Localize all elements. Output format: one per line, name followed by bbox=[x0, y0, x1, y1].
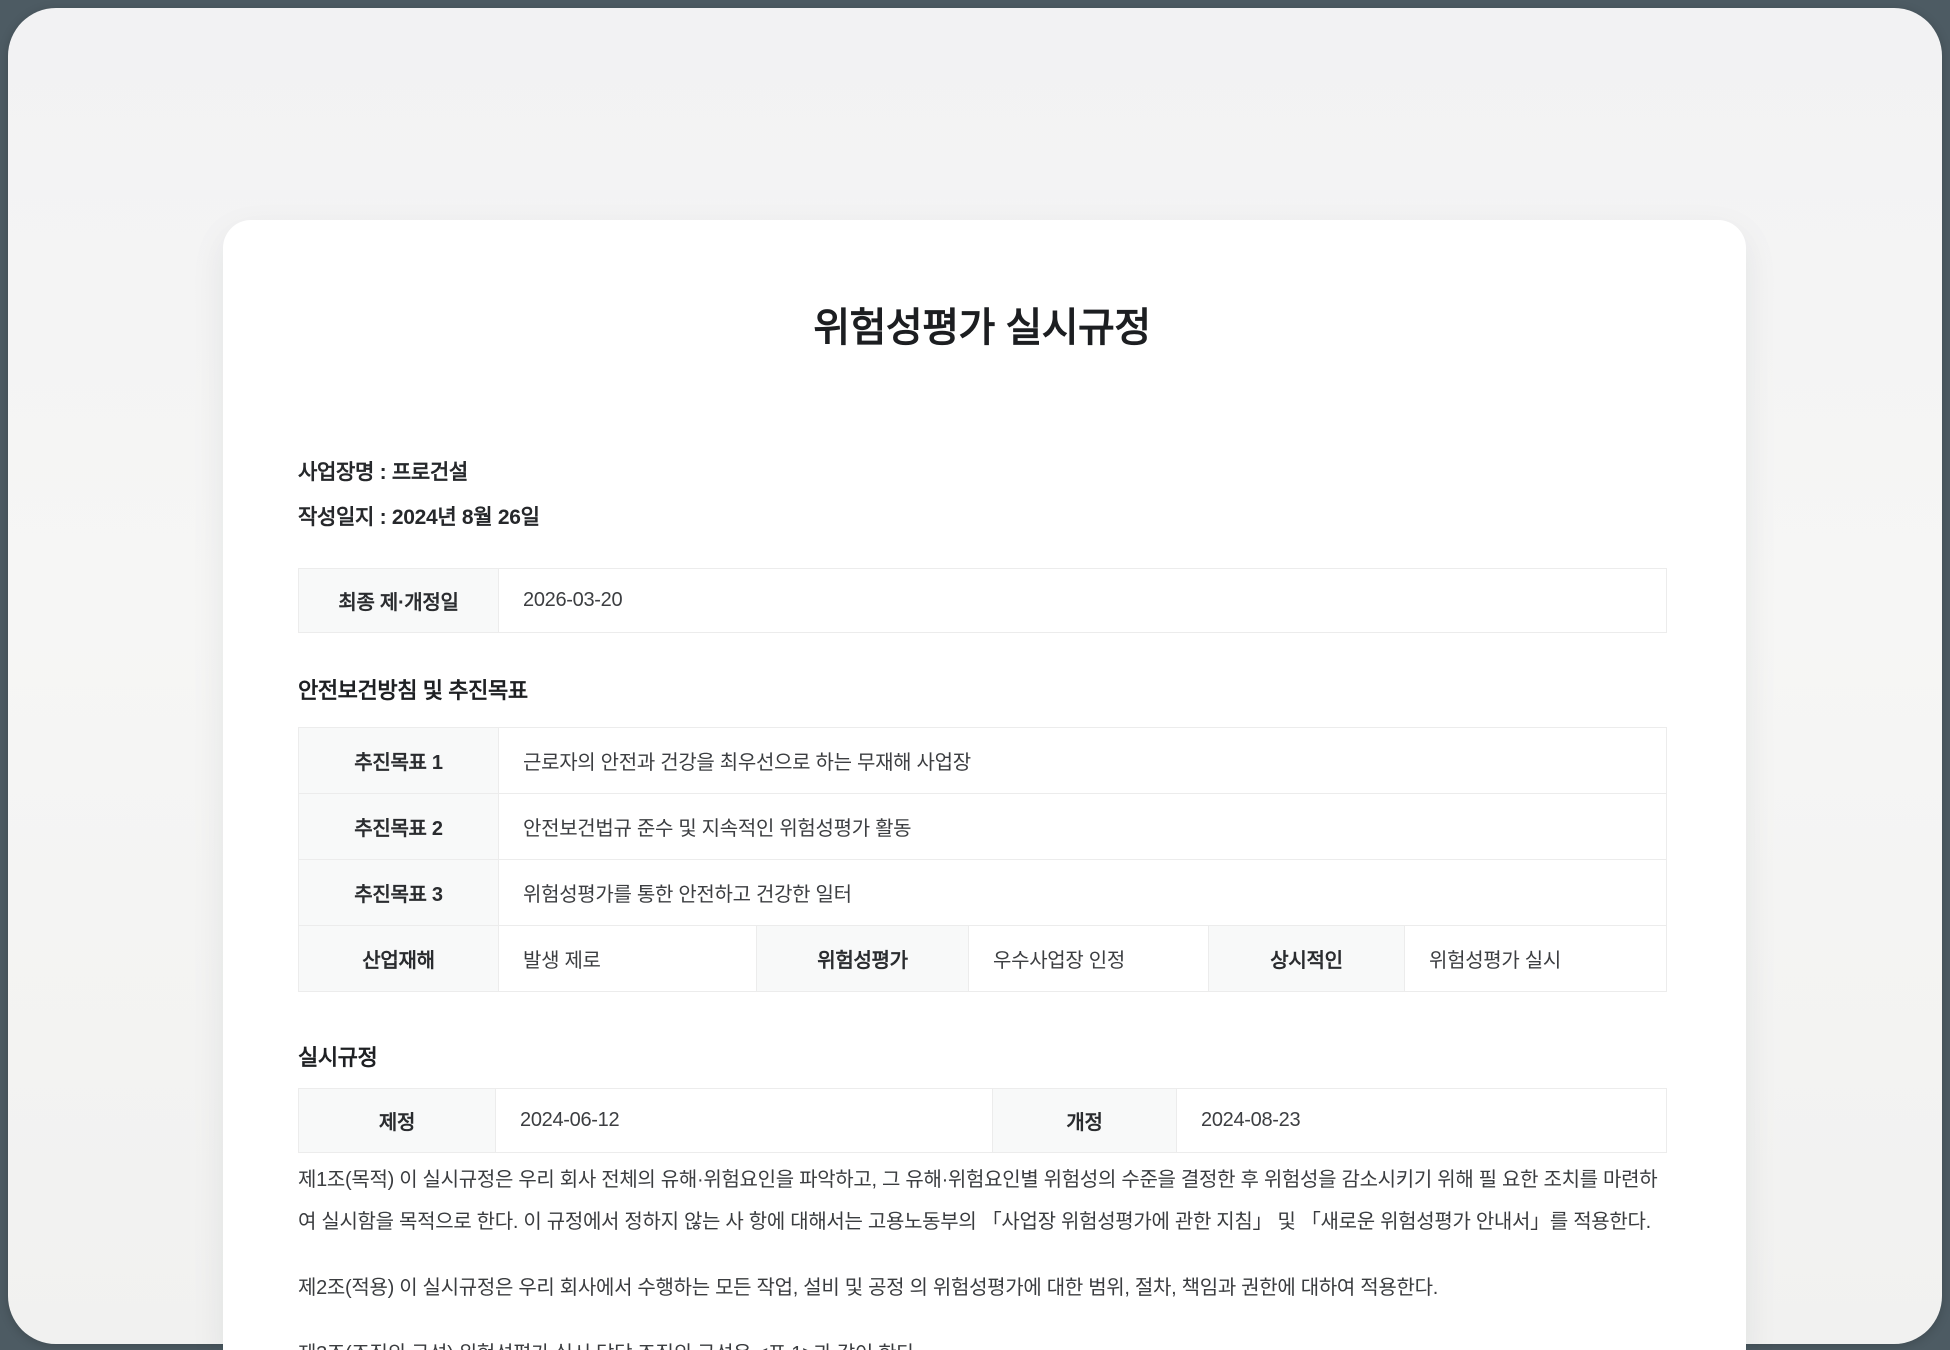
table-row: 제정 2024-06-12 개정 2024-08-23 bbox=[299, 1089, 1667, 1153]
kpi-1-label: 산업재해 bbox=[299, 926, 499, 992]
outer-panel: 위험성평가 실시규정 사업장명 : 프로건설 작성일지 : 2024년 8월 2… bbox=[8, 8, 1942, 1344]
table-row: 산업재해 발생 제로 위험성평가 우수사업장 인정 상시적인 위험성평가 실시 bbox=[299, 926, 1667, 992]
table-row: 최종 제·개정일 2026-03-20 bbox=[299, 569, 1667, 633]
goal-3-label: 추진목표 3 bbox=[299, 860, 499, 926]
article-2: 제2조(적용) 이 실시규정은 우리 회사에서 수행하는 모든 작업, 설비 및… bbox=[298, 1267, 1666, 1309]
regulation-section-heading: 실시규정 bbox=[298, 1044, 1666, 1072]
written-date-line: 작성일지 : 2024년 8월 26일 bbox=[298, 495, 1666, 540]
table-row: 추진목표 3 위험성평가를 통한 안전하고 건강한 일터 bbox=[299, 860, 1667, 926]
goal-1-value: 근로자의 안전과 건강을 최우선으로 하는 무재해 사업장 bbox=[499, 728, 1667, 794]
amended-date-label: 개정 bbox=[993, 1089, 1177, 1153]
kpi-3-label: 상시적인 bbox=[1209, 926, 1405, 992]
enacted-date-value: 2024-06-12 bbox=[496, 1089, 993, 1153]
regulation-dates-table: 제정 2024-06-12 개정 2024-08-23 bbox=[298, 1088, 1667, 1153]
goal-2-label: 추진목표 2 bbox=[299, 794, 499, 860]
article-3: 제3조(조직의 구성) 위험성평가 실시 담당 조직의 구성은 <표 1>과 같… bbox=[298, 1333, 1666, 1350]
goal-3-value: 위험성평가를 통한 안전하고 건강한 일터 bbox=[499, 860, 1667, 926]
goal-2-value: 안전보건법규 준수 및 지속적인 위험성평가 활동 bbox=[499, 794, 1667, 860]
page-background: 위험성평가 실시규정 사업장명 : 프로건설 작성일지 : 2024년 8월 2… bbox=[0, 0, 1950, 1350]
revision-date-table: 최종 제·개정일 2026-03-20 bbox=[298, 568, 1667, 633]
policy-section-heading: 안전보건방침 및 추진목표 bbox=[298, 677, 1666, 705]
article-1: 제1조(목적) 이 실시규정은 우리 회사 전체의 유해·위험요인을 파악하고,… bbox=[298, 1159, 1666, 1243]
revision-date-label: 최종 제·개정일 bbox=[299, 569, 499, 633]
kpi-2-label: 위험성평가 bbox=[757, 926, 969, 992]
business-name-line: 사업장명 : 프로건설 bbox=[298, 450, 1666, 495]
policy-goals-table: 추진목표 1 근로자의 안전과 건강을 최우선으로 하는 무재해 사업장 추진목… bbox=[298, 727, 1667, 992]
table-row: 추진목표 2 안전보건법규 준수 및 지속적인 위험성평가 활동 bbox=[299, 794, 1667, 860]
document-card: 위험성평가 실시규정 사업장명 : 프로건설 작성일지 : 2024년 8월 2… bbox=[223, 220, 1746, 1350]
document-meta: 사업장명 : 프로건설 작성일지 : 2024년 8월 26일 bbox=[298, 450, 1666, 540]
goal-1-label: 추진목표 1 bbox=[299, 728, 499, 794]
amended-date-value: 2024-08-23 bbox=[1177, 1089, 1667, 1153]
regulation-articles: 제1조(목적) 이 실시규정은 우리 회사 전체의 유해·위험요인을 파악하고,… bbox=[298, 1159, 1666, 1350]
document-title: 위험성평가 실시규정 bbox=[298, 304, 1666, 352]
enacted-date-label: 제정 bbox=[299, 1089, 496, 1153]
kpi-1-value: 발생 제로 bbox=[499, 926, 757, 992]
kpi-3-value: 위험성평가 실시 bbox=[1405, 926, 1667, 992]
kpi-2-value: 우수사업장 인정 bbox=[969, 926, 1209, 992]
revision-date-value: 2026-03-20 bbox=[499, 569, 1667, 633]
table-row: 추진목표 1 근로자의 안전과 건강을 최우선으로 하는 무재해 사업장 bbox=[299, 728, 1667, 794]
